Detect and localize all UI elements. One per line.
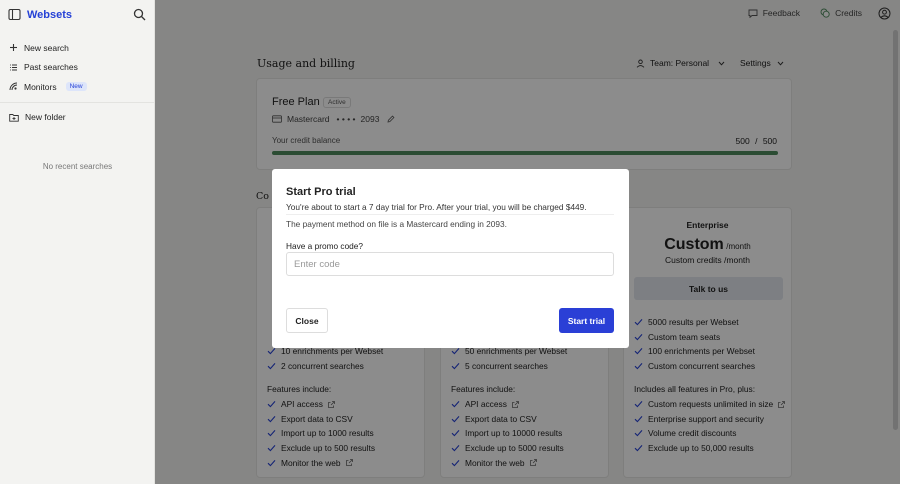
sidebar-toggle-icon[interactable] — [8, 8, 21, 21]
sidebar-nav: New search Past searches Monitors New — [9, 38, 147, 97]
payment-method-note: The payment method on file is a Masterca… — [286, 219, 507, 229]
start-trial-modal: Start Pro trial You're about to start a … — [272, 169, 629, 348]
promo-code-input[interactable] — [286, 252, 614, 276]
sidebar-item-past-searches[interactable]: Past searches — [9, 58, 147, 78]
list-icon — [9, 63, 18, 72]
modal-description: You're about to start a 7 day trial for … — [286, 202, 587, 212]
folder-plus-icon — [9, 113, 19, 122]
new-badge: New — [65, 82, 87, 92]
promo-code-label: Have a promo code? — [286, 241, 364, 251]
sidebar-divider — [0, 102, 155, 103]
start-trial-button[interactable]: Start trial — [559, 308, 614, 333]
close-button[interactable]: Close — [286, 308, 328, 333]
modal-title: Start Pro trial — [286, 186, 356, 198]
sidebar-item-label: Monitors — [24, 81, 57, 92]
brand-name[interactable]: Websets — [27, 9, 72, 21]
new-folder-button[interactable]: New folder — [9, 112, 66, 122]
sidebar-item-label: New search — [24, 42, 69, 53]
brand[interactable]: Websets — [8, 8, 72, 21]
sidebar: Websets New search Past searches Monitor… — [0, 0, 155, 484]
empty-searches-text: No recent searches — [42, 162, 113, 171]
monitor-radar-icon — [9, 82, 18, 91]
search-icon[interactable] — [133, 8, 146, 21]
new-folder-label: New folder — [25, 112, 66, 122]
sidebar-item-monitors[interactable]: Monitors New — [9, 77, 147, 97]
plus-icon — [9, 43, 18, 52]
sidebar-item-new-search[interactable]: New search — [9, 38, 147, 58]
modal-divider — [286, 214, 614, 215]
sidebar-item-label: Past searches — [24, 62, 78, 73]
